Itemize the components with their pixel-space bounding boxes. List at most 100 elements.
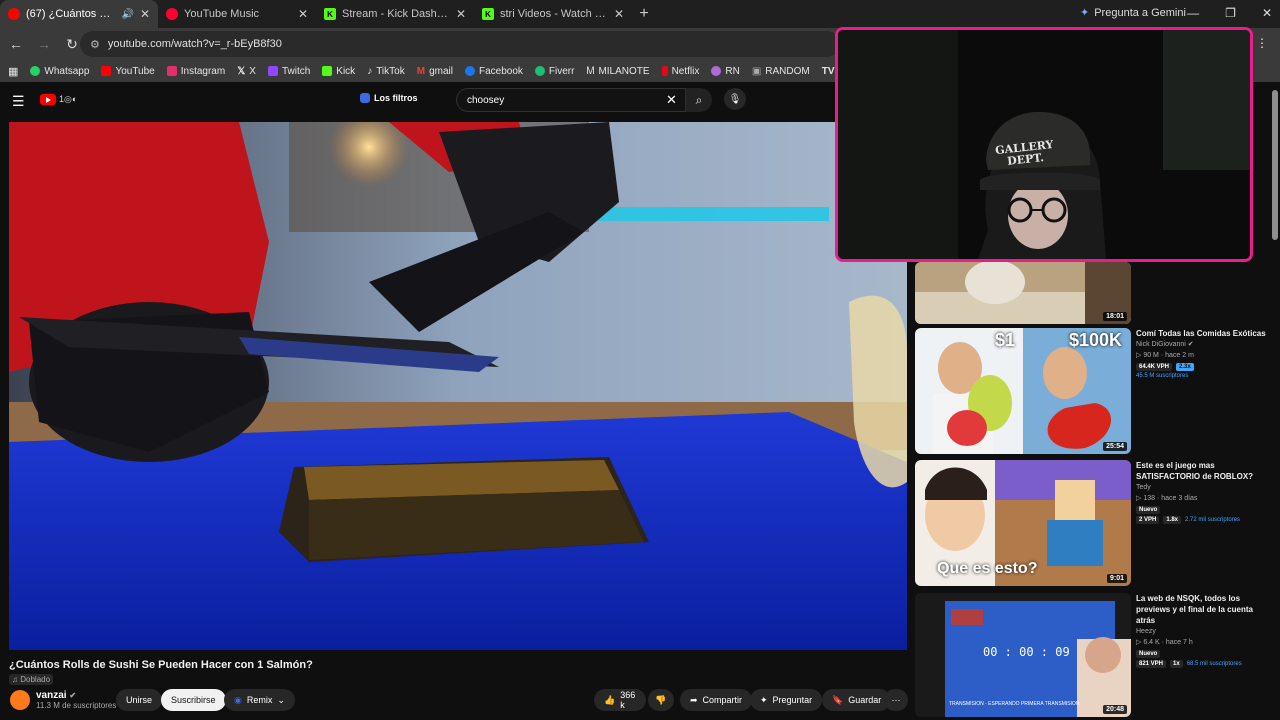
remix-button[interactable]: ◉ Remix ⌄ bbox=[224, 689, 295, 711]
ratio-badge: 1x bbox=[1170, 660, 1183, 668]
browser-menu-icon[interactable]: ⋮ bbox=[1256, 36, 1268, 50]
clear-search-icon[interactable]: ✕ bbox=[666, 92, 677, 108]
bookmark-kick[interactable]: Kick bbox=[322, 66, 355, 77]
bookmark-twitch[interactable]: Twitch bbox=[267, 66, 310, 77]
youtube-music-icon bbox=[166, 8, 178, 20]
bookmark-label: X bbox=[249, 65, 256, 77]
gemini-button[interactable]: ✦ Pregunta a Gemini bbox=[1080, 6, 1186, 20]
tab-kick-videos[interactable]: K stri Videos - Watch On-Demand ✕ bbox=[474, 0, 632, 28]
close-tab-icon[interactable]: ✕ bbox=[614, 7, 624, 21]
bookmark-label: RN bbox=[725, 65, 740, 77]
dubbed-icon: ♫ bbox=[12, 675, 21, 684]
recommendation-item[interactable]: 00 : 00 : 09 TRANSMISION · ESPERANDO PRI… bbox=[915, 593, 1271, 717]
facebook-icon bbox=[464, 66, 475, 76]
video-meta: Comí Todas las Comidas Exóticas Nick DiG… bbox=[1136, 328, 1266, 379]
scrollbar-thumb[interactable] bbox=[1272, 90, 1278, 240]
ask-button[interactable]: ✦ Preguntar bbox=[750, 689, 823, 711]
more-icon: ⋯ bbox=[891, 694, 901, 705]
share-icon: ➦ bbox=[690, 694, 698, 705]
address-bar[interactable]: ⚙ youtube.com/watch?v=_r-bEyB8f30 bbox=[80, 31, 840, 57]
video-thumbnail: 18:01 bbox=[915, 262, 1131, 324]
speaker-icon[interactable]: 🔊 bbox=[121, 9, 133, 20]
whatsapp-icon bbox=[30, 66, 41, 76]
video-player[interactable] bbox=[9, 122, 907, 650]
tab-title: stri Videos - Watch On-Demand bbox=[500, 8, 608, 20]
bookmark-tiktok[interactable]: ♪ TikTok bbox=[367, 66, 405, 77]
subscribe-label: Suscribirse bbox=[171, 695, 216, 705]
hamburger-menu-icon[interactable]: ☰ bbox=[12, 93, 25, 110]
channel-name-row[interactable]: vanzai ✔ bbox=[36, 690, 76, 701]
subscriber-count: 45.5 M suscriptores bbox=[1136, 373, 1189, 379]
channel-avatar[interactable] bbox=[10, 690, 30, 710]
tiktok-icon: ♪ bbox=[367, 65, 373, 77]
bookmark-youtube[interactable]: YouTube bbox=[101, 66, 155, 77]
kick-icon bbox=[322, 66, 333, 76]
join-label: Unirse bbox=[126, 695, 153, 705]
bookmark-label: Whatsapp bbox=[44, 65, 90, 77]
bookmark-x[interactable]: 𝕏X bbox=[237, 66, 256, 77]
webcam-overlay: GALLERY DEPT. bbox=[835, 27, 1253, 262]
bookmark-instagram[interactable]: Instagram bbox=[166, 66, 225, 77]
vph-badge: 64.4K VPH bbox=[1136, 363, 1173, 371]
recommendation-item[interactable]: $1 $100K 25:54 Comí Todas las Comidas Ex… bbox=[915, 328, 1271, 454]
url-text: youtube.com/watch?v=_r-bEyB8f30 bbox=[107, 38, 282, 50]
video-title: Este es el juego mas SATISFACTORIO de RO… bbox=[1136, 461, 1254, 481]
video-meta: Este es el juego mas SATISFACTORIO de RO… bbox=[1136, 460, 1266, 524]
video-stats: ▷ 6.4 K · hace 7 h bbox=[1136, 637, 1266, 648]
forward-icon[interactable]: → bbox=[32, 36, 56, 52]
recommendation-item[interactable]: Que es esto? 9:01 Este es el juego mas S… bbox=[915, 460, 1271, 586]
close-window-icon[interactable]: ✕ bbox=[1262, 6, 1272, 20]
dislike-button[interactable]: 👎 bbox=[648, 689, 674, 711]
sparkle-icon: ✦ bbox=[760, 694, 768, 705]
bookmark-whatsapp[interactable]: Whatsapp bbox=[30, 66, 89, 77]
share-button[interactable]: ➦ Compartir bbox=[680, 689, 753, 711]
site-info-icon[interactable]: ⚙ bbox=[90, 38, 100, 51]
close-tab-icon[interactable]: ✕ bbox=[140, 7, 150, 21]
search-button[interactable]: ⌕ bbox=[686, 88, 712, 112]
thumb-footer: TRANSMISION · ESPERANDO PRIMERA TRANSMIS… bbox=[949, 701, 1080, 707]
thumb-caption: Que es esto? bbox=[937, 560, 1038, 577]
save-button[interactable]: 🔖 Guardar bbox=[822, 689, 892, 711]
voice-search-button[interactable]: 🎙 bbox=[724, 88, 746, 110]
bookmark-facebook[interactable]: Facebook bbox=[464, 66, 523, 77]
new-tab-button[interactable]: + bbox=[632, 2, 656, 26]
like-button[interactable]: 👍 366 k bbox=[594, 689, 646, 711]
vph-row: 64.4K VPH 2.3x bbox=[1136, 363, 1266, 371]
thumbnail-image bbox=[915, 262, 1131, 324]
bookmark-random[interactable]: ▣ RANDOM bbox=[752, 66, 810, 77]
remix-label: Remix bbox=[246, 695, 273, 705]
close-tab-icon[interactable]: ✕ bbox=[298, 7, 308, 21]
tab-youtube-music[interactable]: YouTube Music ✕ bbox=[158, 0, 316, 28]
minimize-icon[interactable]: — bbox=[1187, 6, 1199, 20]
subscribe-button[interactable]: Suscribirse bbox=[161, 689, 226, 711]
close-tab-icon[interactable]: ✕ bbox=[456, 7, 466, 21]
more-actions-button[interactable]: ⋯ bbox=[884, 689, 908, 711]
ask-label: Preguntar bbox=[772, 695, 813, 705]
recommendation-item[interactable]: 18:01 bbox=[915, 262, 1271, 324]
search-icon: ⌕ bbox=[695, 92, 703, 107]
video-thumbnail: 00 : 00 : 09 TRANSMISION · ESPERANDO PRI… bbox=[915, 593, 1131, 717]
apps-grid-icon[interactable]: ▦ bbox=[8, 65, 18, 78]
video-title: ¿Cuántos Rolls de Sushi Se Pueden Hacer … bbox=[9, 659, 313, 671]
video-frame bbox=[9, 122, 907, 650]
bookmark-fiverr[interactable]: Fiverr bbox=[534, 65, 575, 77]
tab-youtube-video[interactable]: (67) ¿Cuántos Rolls de Sushi Se Pueden 🔊… bbox=[0, 0, 158, 28]
tab-kick-dashboard[interactable]: K Stream - Kick Dashboard ✕ bbox=[316, 0, 474, 28]
search-input[interactable]: choosey bbox=[456, 88, 686, 112]
restore-icon[interactable]: ❐ bbox=[1225, 6, 1236, 20]
microphone-icon: 🎙 bbox=[728, 93, 742, 105]
filters-button[interactable]: Los filtros bbox=[360, 93, 418, 103]
bookmark-netflix[interactable]: Netflix bbox=[661, 66, 699, 77]
join-button[interactable]: Unirse bbox=[116, 689, 163, 711]
x-icon: 𝕏 bbox=[237, 65, 246, 77]
video-meta: La web de NSQK, todos los previews y el … bbox=[1136, 593, 1266, 668]
bookmark-label: Fiverr bbox=[548, 65, 575, 77]
milanote-icon: Ꮇ bbox=[586, 65, 595, 77]
bookmark-milanote[interactable]: Ꮇ MILANOTE bbox=[586, 66, 649, 77]
video-title: La web de NSQK, todos los previews y el … bbox=[1136, 594, 1253, 625]
channel-label: Nick DiGiovanni bbox=[1136, 341, 1186, 348]
bookmark-gmail[interactable]: Mgmail bbox=[417, 66, 453, 77]
back-icon[interactable]: ← bbox=[4, 36, 28, 52]
bookmark-rn[interactable]: RN bbox=[711, 65, 740, 77]
youtube-logo[interactable]: 1◎◐ bbox=[40, 94, 77, 105]
